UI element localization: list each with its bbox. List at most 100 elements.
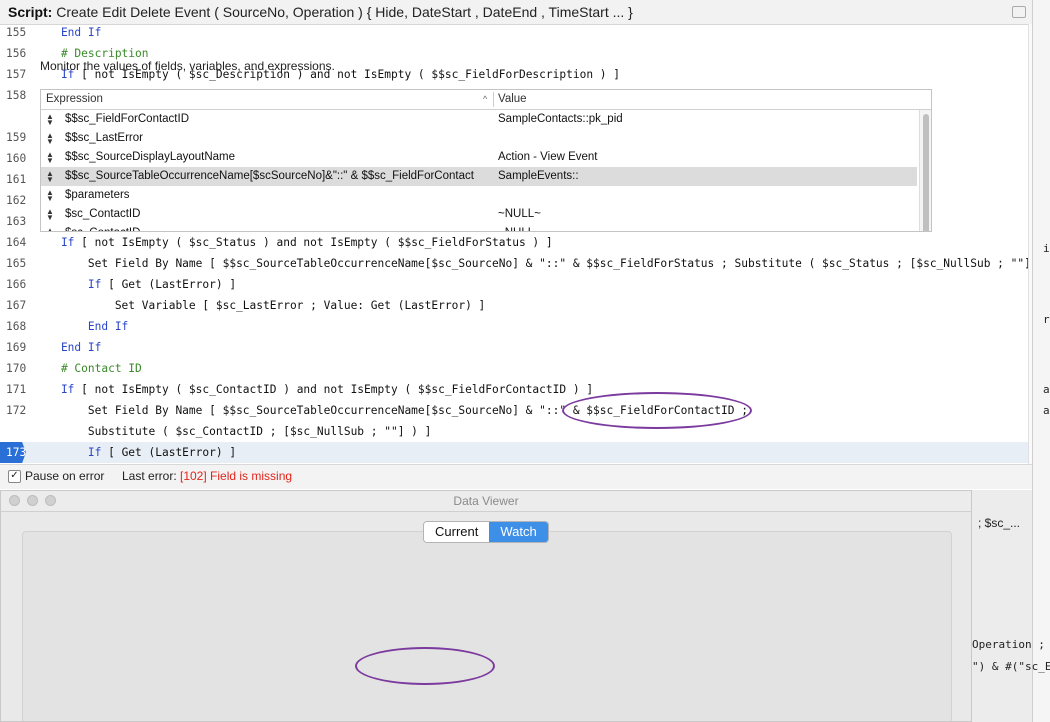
script-line[interactable]: 155 End If (0, 22, 1028, 43)
keyword-text: If (34, 383, 75, 396)
watch-value: SampleContacts::pk_pid (498, 113, 623, 125)
script-line[interactable]: 167 Set Variable [ $sc_LastError ; Value… (0, 295, 1028, 316)
script-line[interactable]: 168 End If (0, 316, 1028, 337)
sort-indicator-icon[interactable]: ^ (483, 90, 487, 109)
pause-on-error-checkbox[interactable]: ✓ (8, 470, 21, 483)
line-number[interactable]: 159 (0, 127, 28, 148)
line-number[interactable]: 165 (0, 253, 28, 274)
line-text: End If (34, 337, 101, 358)
data-viewer-window: Data Viewer Current Watch (0, 490, 972, 722)
tab-watch[interactable]: Watch (489, 522, 548, 542)
lock-icon[interactable] (1012, 6, 1026, 18)
keyword-text: If (34, 236, 75, 249)
script-line[interactable]: 164 If [ not IsEmpty ( $sc_Status ) and … (0, 232, 1028, 253)
script-line[interactable]: 173 If [ Get (LastError) ] (0, 442, 1028, 463)
line-text: Set Field By Name [ $$sc_SourceTableOccu… (34, 253, 1032, 274)
data-viewer-tabs: Current Watch (423, 521, 549, 543)
watch-row[interactable]: ▲ ▼ $sc_ContactID ~NULL~ (41, 205, 917, 224)
reorder-handle-icon[interactable]: ▲ ▼ (46, 132, 54, 146)
watch-row[interactable]: ▲ ▼ $sc_ContactID ~NULL~ (41, 224, 917, 232)
line-number[interactable]: 170 (0, 358, 28, 379)
line-number[interactable]: 172 (0, 400, 28, 421)
reorder-handle-icon[interactable]: ▲ ▼ (46, 151, 54, 165)
pause-on-error-label[interactable]: Pause on error (25, 465, 104, 487)
line-number[interactable]: 160 (0, 148, 28, 169)
bg-fragment: ic (1043, 242, 1050, 255)
script-title-label: Script: (8, 4, 53, 20)
line-number[interactable]: 155 (0, 22, 28, 43)
line-text: End If (34, 316, 128, 337)
watch-expression[interactable]: $parameters (65, 186, 130, 205)
tab-current[interactable]: Current (424, 522, 490, 542)
line-text: Substitute ( $sc_ContactID ; [$sc_NullSu… (34, 421, 432, 442)
background-window: ic ri a a (1032, 0, 1050, 722)
watch-value: ~NULL~ (498, 224, 541, 231)
line-text: If [ not IsEmpty ( $sc_ContactID ) and n… (34, 379, 593, 400)
script-line[interactable]: 172 Set Field By Name [ $$sc_SourceTable… (0, 400, 1028, 421)
watch-table: Expression ^ Value ▲ ▼ $$sc_FieldForConta… (40, 89, 932, 232)
reorder-handle-icon[interactable]: ▲ ▼ (46, 189, 54, 203)
watch-expression[interactable]: $sc_ContactID (65, 224, 140, 231)
keyword-text: End If (34, 26, 102, 39)
watch-row[interactable]: ▲ ▼ $$sc_FieldForContactID SampleContacts:… (41, 110, 917, 129)
line-number[interactable]: 161 (0, 169, 28, 190)
watch-value: ~NULL~ (498, 208, 541, 220)
bg-fragment: a (1043, 404, 1050, 417)
column-divider[interactable] (493, 92, 494, 107)
watch-row[interactable]: ▲ ▼ $$sc_SourceDisplayLayoutName Action - … (41, 148, 917, 167)
watch-row[interactable]: ▲ ▼ $$sc_LastError (41, 129, 917, 148)
watch-table-header: Expression ^ Value (41, 90, 931, 110)
line-number[interactable]: 156 (0, 43, 28, 64)
line-number[interactable]: 158 (0, 85, 28, 106)
watch-value: SampleEvents:: (498, 170, 579, 182)
reorder-handle-icon[interactable]: ▲ ▼ (46, 227, 54, 232)
reorder-handle-icon[interactable]: ▲ ▼ (46, 170, 54, 184)
line-text: Set Variable [ $sc_LastError ; Value: Ge… (34, 295, 485, 316)
script-line[interactable]: Substitute ( $sc_ContactID ; [$sc_NullSu… (0, 421, 1028, 442)
comment-text: # Contact ID (34, 362, 142, 375)
watch-table-scroll-thumb[interactable] (923, 114, 929, 231)
line-number[interactable]: 173 (0, 442, 26, 463)
line-number[interactable]: 162 (0, 190, 28, 211)
line-number[interactable]: 163 (0, 211, 28, 232)
reorder-handle-icon[interactable]: ▲ ▼ (46, 113, 54, 127)
bg-fragment: Operation ; (972, 638, 1045, 651)
script-line[interactable]: 170 # Contact ID (0, 358, 1028, 379)
expression-column-header[interactable]: Expression (46, 90, 103, 109)
watch-expression[interactable]: $$sc_LastError (65, 129, 143, 148)
watch-expression[interactable]: $$sc_SourceTableOccurrenceName[$scSource… (65, 167, 474, 186)
watch-expression[interactable]: $sc_ContactID (65, 205, 140, 224)
line-number[interactable]: 171 (0, 379, 28, 400)
value-column-header[interactable]: Value (498, 90, 527, 109)
script-line[interactable]: 165 Set Field By Name [ $$sc_SourceTable… (0, 253, 1031, 274)
watch-expression[interactable]: $$sc_FieldForContactID (65, 110, 189, 129)
line-text: # Contact ID (34, 358, 142, 379)
script-line[interactable]: 171 If [ not IsEmpty ( $sc_ContactID ) a… (0, 379, 1028, 400)
line-number[interactable]: 169 (0, 337, 28, 358)
script-line[interactable]: 169 End If (0, 337, 1028, 358)
line-number[interactable]: 157 (0, 64, 28, 85)
code-text: Substitute ( $sc_ContactID ; [$sc_NullSu… (34, 425, 432, 438)
keyword-text: End If (34, 341, 102, 354)
keyword-text: End If (34, 320, 129, 333)
line-text: Set Field By Name [ $$sc_SourceTableOccu… (34, 400, 748, 421)
code-text: Set Field By Name [ $$sc_SourceTableOccu… (34, 404, 748, 417)
data-viewer-title-bar: Data Viewer (1, 491, 971, 512)
bg-fragment: ; $sc_... (978, 516, 1021, 530)
watch-row[interactable]: ▲ ▼ $parameters (41, 186, 917, 205)
watch-row[interactable]: ▲ ▼ $$sc_SourceTableOccurrenceName[$scSou… (41, 167, 917, 186)
script-line[interactable]: 166 If [ Get (LastError) ] (0, 274, 1028, 295)
data-viewer-title: Data Viewer (453, 494, 519, 508)
reorder-handle-icon[interactable]: ▲ ▼ (46, 208, 54, 222)
data-viewer-panel (22, 531, 952, 721)
code-text: Set Field By Name [ $$sc_SourceTableOccu… (34, 257, 1032, 270)
script-title: Create Edit Delete Event ( SourceNo, Ope… (56, 4, 633, 20)
watch-table-scrollbar[interactable] (919, 110, 931, 231)
line-number[interactable]: 166 (0, 274, 28, 295)
bg-fragment: a (1043, 383, 1050, 396)
watch-expression[interactable]: $$sc_SourceDisplayLayoutName (65, 148, 235, 167)
line-number[interactable]: 167 (0, 295, 28, 316)
line-number[interactable]: 168 (0, 316, 28, 337)
line-number[interactable]: 164 (0, 232, 28, 253)
last-error-label: Last error: (122, 469, 177, 483)
